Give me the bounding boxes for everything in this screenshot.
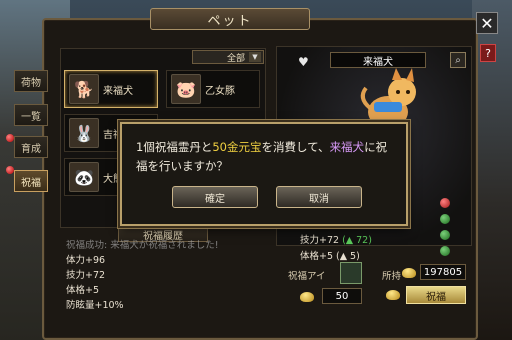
- tab-list[interactable]: 一覧: [14, 104, 48, 126]
- pet-name: 乙女豚: [205, 85, 235, 97]
- pig-icon: 🐷: [171, 74, 201, 104]
- help-button[interactable]: ?: [480, 44, 496, 62]
- history-line: 体格+5: [66, 285, 100, 296]
- stat-indicator-icon: [440, 230, 450, 240]
- owned-value: 197805: [420, 264, 466, 280]
- filter-dropdown[interactable]: 全部 ▼: [192, 50, 264, 64]
- dialog-message: 1個祝福霊丹と50金元宝を消費して、来福犬に祝 福を行いますか？: [136, 138, 396, 176]
- stat-indicator-icon: [440, 246, 450, 256]
- confirm-button[interactable]: 確定: [172, 186, 258, 208]
- history-line: 技力+72: [66, 270, 106, 281]
- dialog-pet-name: 来福犬: [329, 140, 365, 154]
- window-title: ペット: [150, 8, 310, 30]
- heart-icon[interactable]: ♥: [298, 56, 312, 68]
- stat-increase: (▲ 72): [342, 235, 372, 246]
- owned-label: 所持: [382, 271, 402, 282]
- stat-row: 技力+72 (▲ 72): [300, 232, 372, 246]
- close-button[interactable]: ✕: [476, 12, 498, 34]
- panda-icon: 🐼: [69, 162, 99, 192]
- filter-value: 全部: [226, 53, 245, 64]
- cost-value: 50: [322, 288, 362, 304]
- tab-inventory[interactable]: 荷物: [14, 70, 48, 92]
- gold-icon: [300, 292, 314, 302]
- pet-portrait: [360, 68, 416, 128]
- tab-blessing[interactable]: 祝福: [14, 170, 48, 192]
- search-icon[interactable]: ⌕: [450, 52, 466, 68]
- pet-card-2[interactable]: 🐷 乙女豚: [166, 70, 260, 108]
- pet-card-1[interactable]: 🐕 来福犬: [64, 70, 158, 108]
- stat-label: 体格+5 (▲ 5): [300, 251, 360, 262]
- stat-indicator-icon: [440, 198, 450, 208]
- cancel-button[interactable]: 取消: [276, 186, 362, 208]
- history-line: 防眩量+10%: [66, 300, 124, 311]
- dialog-text: に祝: [364, 140, 388, 154]
- tab-training[interactable]: 育成: [14, 136, 48, 158]
- blessing-history: 祝福成功: 来福犬が祝福されました! 体力+96 技力+72 体格+5 防眩量+…: [66, 238, 264, 318]
- stat-row: 体格+5 (▲ 5): [300, 248, 360, 262]
- game-screen: ペット ✕ ? 荷物 一覧 育成 祝福 全部 ▼ 🐕 来福犬 🐷 乙女豚 🐰 吉…: [0, 0, 512, 340]
- rabbit-icon: 🐰: [69, 118, 99, 148]
- pet-name: 来福犬: [103, 85, 133, 97]
- gold-icon: [386, 290, 400, 300]
- stat-indicator-icon: [440, 214, 450, 224]
- dog-icon: 🐕: [69, 74, 99, 104]
- chevron-down-icon: ▼: [249, 52, 261, 62]
- dialog-text: 1個祝福霊丹と: [136, 140, 213, 154]
- dialog-text: 福を行いますか？: [136, 159, 228, 173]
- notification-dot: [6, 134, 14, 142]
- bless-item-slot[interactable]: [340, 262, 362, 284]
- history-line: 体力+96: [66, 255, 106, 266]
- bless-button[interactable]: 祝福: [406, 286, 466, 304]
- gold-icon: [402, 268, 416, 278]
- history-line: 祝福成功: 来福犬が祝福されました!: [66, 240, 219, 251]
- notification-dot: [6, 166, 14, 174]
- pet-detail-name: 来福犬: [330, 52, 426, 68]
- dialog-text: を消費して、: [261, 140, 330, 154]
- bless-item-label: 祝福アイ: [288, 271, 326, 282]
- stat-label: 技力+72: [300, 235, 340, 246]
- dialog-gold-amount: 50金元宝: [212, 140, 262, 154]
- confirm-dialog: 1個祝福霊丹と50金元宝を消費して、来福犬に祝 福を行いますか？ 確定 取消: [120, 122, 408, 226]
